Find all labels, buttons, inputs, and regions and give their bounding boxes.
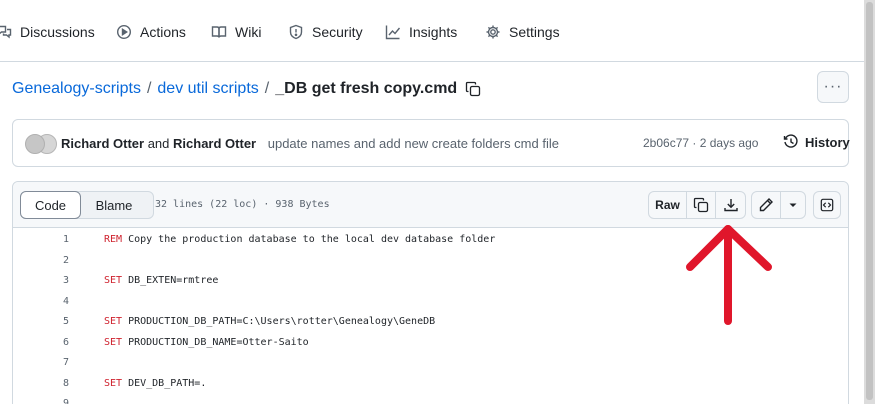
scrollbar-thumb[interactable] [866, 2, 873, 400]
breadcrumb: Genealogy-scripts / dev util scripts / _… [12, 79, 481, 99]
copy-raw-button[interactable] [687, 192, 716, 218]
triangle-down-icon [789, 203, 797, 207]
comment-discussion-icon [0, 25, 12, 39]
nav-label: Insights [409, 24, 458, 40]
commit-author-joiner: and [147, 136, 170, 151]
raw-copy-download-group: Raw [648, 191, 746, 219]
breadcrumb-separator: / [264, 80, 270, 97]
book-icon [211, 26, 227, 38]
file-info: 32 lines (22 loc) · 938 Bytes [155, 199, 330, 210]
more-options-button[interactable]: ··· [817, 71, 849, 103]
edit-file-button[interactable] [752, 192, 781, 218]
raw-button[interactable]: Raw [649, 192, 687, 218]
line-number[interactable]: 9 [33, 398, 69, 404]
download-icon [723, 199, 738, 212]
nav-label: Settings [509, 24, 560, 40]
code-square-icon [820, 198, 834, 212]
breadcrumb-folder-link[interactable]: dev util scripts [157, 80, 258, 98]
download-raw-button[interactable] [716, 192, 745, 218]
edit-button-group [751, 191, 806, 219]
code-line: 9 [13, 393, 848, 404]
code-keyword: SET [104, 336, 123, 348]
breadcrumb-current-file: _DB get fresh copy.cmd [275, 80, 458, 97]
history-button[interactable]: History [783, 134, 850, 150]
line-number[interactable]: 5 [33, 316, 69, 327]
code-text: DB_EXTEN=rmtree [122, 275, 219, 286]
edit-options-dropdown[interactable] [781, 192, 805, 218]
latest-commit-box: Richard Otter and Richard Otter update n… [12, 119, 850, 167]
line-content: REM Copy the production database to the … [104, 234, 495, 245]
line-content: SET DB_EXTEN=rmtree [104, 275, 218, 286]
line-content: SET DEV_DB_PATH=. [104, 378, 206, 389]
avatar[interactable] [25, 134, 45, 154]
line-number[interactable]: 4 [33, 296, 69, 307]
line-number[interactable]: 1 [33, 234, 69, 245]
line-content: SET PRODUCTION_DB_PATH=C:\Users\rotter\G… [104, 316, 435, 327]
shield-icon [289, 24, 303, 40]
kebab-icon: ··· [823, 78, 843, 95]
code-text: PRODUCTION_DB_PATH=C:\Users\rotter\Genea… [122, 316, 436, 327]
copy-icon [693, 197, 709, 213]
code-text: Copy the production database to the loca… [122, 234, 496, 245]
code-keyword: SET [104, 275, 123, 286]
graph-icon [385, 25, 401, 40]
nav-label: Actions [140, 24, 186, 40]
line-number[interactable]: 3 [33, 275, 69, 286]
symbols-panel-button[interactable] [813, 191, 841, 219]
repo-nav: Discussions Actions Wiki Security Insigh… [0, 0, 864, 62]
code-keyword: SET [104, 377, 123, 389]
commit-hash-and-date[interactable]: 2b06c77 · 2 days ago [643, 136, 758, 150]
nav-tab-settings[interactable]: Settings [485, 22, 560, 42]
gear-icon [486, 25, 500, 39]
copy-path-icon[interactable] [465, 81, 481, 97]
vertical-scrollbar[interactable] [864, 0, 875, 404]
breadcrumb-separator: / [146, 80, 152, 97]
nav-tab-security[interactable]: Security [288, 22, 363, 42]
history-label: History [805, 134, 850, 150]
breadcrumb-repo-link[interactable]: Genealogy-scripts [12, 80, 141, 98]
line-number[interactable]: 8 [33, 378, 69, 389]
line-number[interactable]: 2 [33, 255, 69, 266]
code-text: PRODUCTION_DB_NAME=Otter-Saito [122, 336, 309, 348]
nav-tab-insights[interactable]: Insights [385, 22, 457, 42]
commit-message-link[interactable]: update names and add new create folders … [268, 136, 559, 151]
pencil-icon [759, 198, 773, 212]
code-line: 7 [13, 352, 848, 373]
blame-view-button[interactable]: Blame [81, 192, 147, 218]
play-icon [116, 24, 132, 40]
commit-summary: Richard Otter and Richard Otter update n… [61, 136, 559, 151]
history-icon [783, 134, 798, 148]
nav-label: Discussions [20, 24, 95, 40]
code-keyword: REM [104, 234, 123, 245]
view-mode-toggle: Code Blame [20, 191, 154, 219]
code-text: DEV_DB_PATH=. [122, 377, 207, 389]
commit-author-link[interactable]: Richard Otter [173, 136, 256, 151]
red-arrow-annotation [686, 225, 772, 325]
line-number[interactable]: 7 [33, 357, 69, 368]
code-view-button[interactable]: Code [20, 191, 81, 219]
nav-tab-discussions[interactable]: Discussions [0, 22, 95, 42]
line-content: SET PRODUCTION_DB_NAME=Otter-Saito [104, 337, 309, 348]
nav-tab-wiki[interactable]: Wiki [211, 22, 261, 42]
code-line: 8 SET DEV_DB_PATH=. [13, 373, 848, 394]
nav-label: Security [312, 24, 363, 40]
nav-tab-actions[interactable]: Actions [116, 22, 186, 42]
code-keyword: SET [104, 316, 123, 327]
line-number[interactable]: 6 [33, 337, 69, 348]
code-line: 6 SET PRODUCTION_DB_NAME=Otter-Saito [13, 332, 848, 353]
nav-label: Wiki [235, 24, 262, 40]
commit-author-link[interactable]: Richard Otter [61, 136, 144, 151]
